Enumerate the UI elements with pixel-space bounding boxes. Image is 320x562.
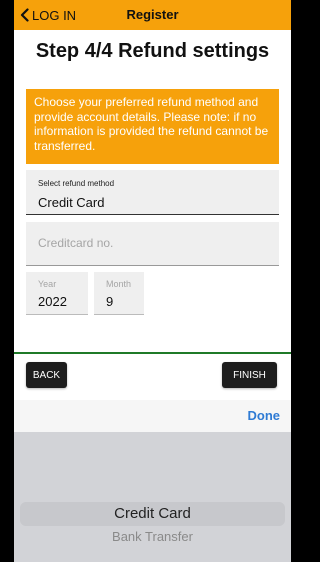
- expiry-month-value: 9: [106, 294, 114, 309]
- phone-screen: LOG IN Register Step 4/4 Refund settings…: [14, 0, 291, 562]
- picker-toolbar: Done: [14, 400, 291, 432]
- finish-button[interactable]: FINISH: [222, 362, 277, 388]
- screen-title: Register: [126, 7, 179, 22]
- refund-method-picker[interactable]: Credit Card Bank Transfer: [14, 432, 291, 562]
- divider: [14, 352, 291, 354]
- refund-method-value: Credit Card: [38, 195, 105, 210]
- back-button[interactable]: BACK: [26, 362, 67, 388]
- expiry-month-field[interactable]: Month 9: [94, 272, 144, 315]
- refund-method-select[interactable]: Select refund method Credit Card: [26, 170, 279, 215]
- expiry-year-label: Year: [38, 279, 57, 289]
- creditcard-placeholder: Creditcard no.: [38, 236, 114, 250]
- expiry-month-label: Month: [106, 279, 132, 289]
- creditcard-number-input[interactable]: Creditcard no.: [26, 222, 279, 266]
- picker-option-credit-card[interactable]: Credit Card: [14, 505, 291, 522]
- expiry-year-field[interactable]: Year 2022: [26, 272, 88, 315]
- refund-notice: Choose your preferred refund method and …: [26, 89, 279, 164]
- picker-done-button[interactable]: Done: [248, 400, 281, 432]
- step-title: Step 4/4 Refund settings: [35, 40, 270, 62]
- picker-option-bank-transfer[interactable]: Bank Transfer: [14, 529, 291, 544]
- refund-method-label: Select refund method: [38, 179, 115, 188]
- top-bar: LOG IN Register: [14, 0, 291, 30]
- expiry-year-value: 2022: [38, 294, 67, 309]
